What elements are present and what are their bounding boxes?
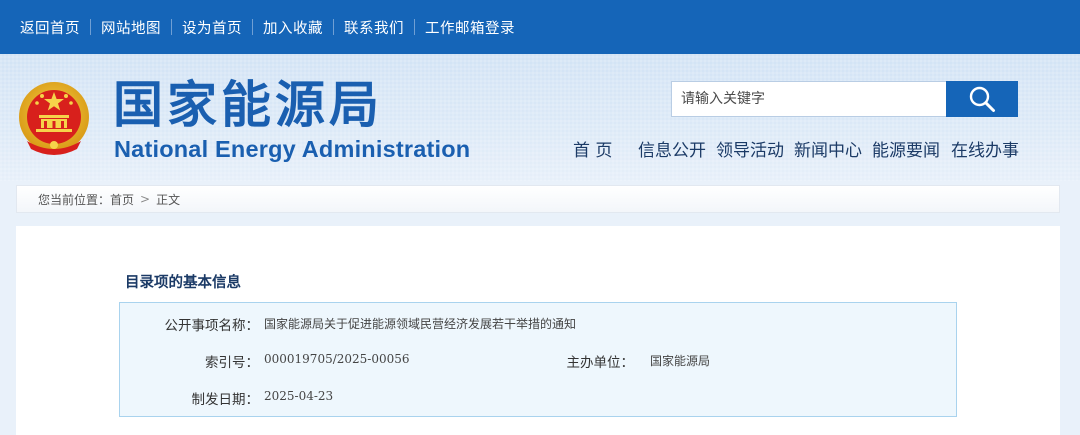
divider [252, 19, 253, 35]
site-title-cn: 国家能源局 [113, 76, 383, 134]
field-label-index: 索引号： [205, 355, 259, 371]
top-link-home[interactable]: 返回首页 [20, 17, 80, 38]
divider [171, 19, 172, 35]
nav-item-energy-news[interactable]: 能源要闻 [872, 140, 940, 162]
section-title: 目录项的基本信息 [125, 274, 241, 291]
breadcrumb-home-link[interactable]: 首页 [110, 191, 134, 208]
breadcrumb-separator: > [140, 192, 151, 206]
info-table: 公开事项名称： 国家能源局关于促进能源领域民营经济发展若干举措的通知 索引号： … [119, 302, 957, 417]
main-nav: 首 页 信息公开 领导活动 新闻中心 能源要闻 在线办事 [0, 140, 1080, 162]
field-value-name: 国家能源局关于促进能源领域民营经济发展若干举措的通知 [264, 317, 577, 331]
top-link-email-login[interactable]: 工作邮箱登录 [425, 17, 515, 38]
field-label-name: 公开事项名称： [164, 318, 260, 334]
search-input[interactable] [671, 81, 947, 117]
top-link-sitemap[interactable]: 网站地图 [101, 17, 161, 38]
field-value-date: 2025-04-23 [264, 389, 334, 403]
nav-item-online-services[interactable]: 在线办事 [951, 140, 1019, 162]
field-value-org: 国家能源局 [650, 354, 711, 368]
content-panel: 目录项的基本信息 公开事项名称： 国家能源局关于促进能源领域民营经济发展若干举措… [16, 226, 1060, 435]
breadcrumb: 您当前位置： 首页 > 正文 [16, 185, 1060, 213]
site-header: 国家能源局 National Energy Administration 首 页… [0, 54, 1080, 181]
top-link-contact[interactable]: 联系我们 [344, 17, 404, 38]
divider [414, 19, 415, 35]
search-button[interactable] [946, 81, 1018, 117]
nav-item-info-disclosure[interactable]: 信息公开 [638, 140, 706, 162]
search-icon [969, 86, 995, 112]
field-label-date: 制发日期： [191, 392, 260, 408]
breadcrumb-prefix: 您当前位置： [38, 192, 111, 207]
field-label-org: 主办单位： [566, 355, 635, 371]
top-link-set-homepage[interactable]: 设为首页 [182, 17, 242, 38]
top-link-add-favorite[interactable]: 加入收藏 [263, 17, 323, 38]
breadcrumb-current: 正文 [156, 192, 181, 207]
nav-item-news-center[interactable]: 新闻中心 [794, 140, 862, 162]
field-value-index: 000019705/2025-00056 [264, 352, 410, 366]
divider [90, 19, 91, 35]
top-bar: 返回首页 网站地图 设为首页 加入收藏 联系我们 工作邮箱登录 [0, 0, 1080, 54]
nav-item-leadership[interactable]: 领导活动 [716, 140, 784, 162]
divider [333, 19, 334, 35]
nav-item-home[interactable]: 首 页 [573, 140, 612, 162]
